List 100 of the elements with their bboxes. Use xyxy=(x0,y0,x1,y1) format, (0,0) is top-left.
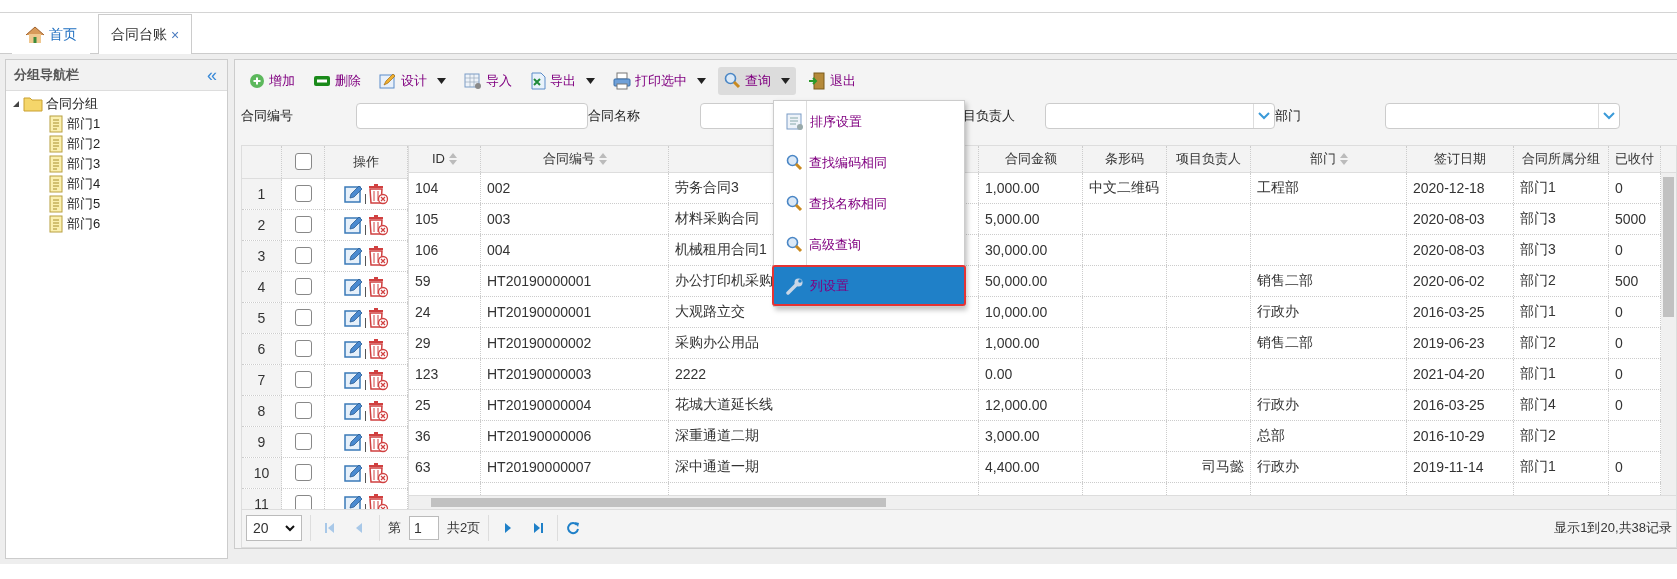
table-cell: 行政办 xyxy=(1257,396,1299,415)
page-input[interactable]: 1 xyxy=(409,516,439,541)
input-field[interactable] xyxy=(356,103,588,130)
tree-item[interactable]: 部门6 xyxy=(67,215,101,233)
vertical-scrollbar[interactable] xyxy=(1661,173,1676,496)
table-cell: 003 xyxy=(487,211,511,228)
edit-icon[interactable] xyxy=(343,307,364,328)
table-cell: 500 xyxy=(1615,273,1639,290)
checkbox[interactable] xyxy=(294,340,312,358)
table-cell: 2020-06-02 xyxy=(1413,273,1485,290)
toolbar-button[interactable]: 导出 xyxy=(524,66,601,95)
tab[interactable]: 合同台账 × xyxy=(98,14,193,54)
table-cell: 2016-03-25 xyxy=(1413,397,1485,414)
table-cell: 36 xyxy=(415,428,431,445)
table-cell: 002 xyxy=(487,180,511,197)
menu-item[interactable]: 排序设置 xyxy=(774,101,964,142)
toolbar-button[interactable]: 删除 xyxy=(307,66,367,95)
edit-icon[interactable] xyxy=(343,183,364,204)
caret-icon xyxy=(586,77,595,84)
edit-icon[interactable] xyxy=(343,338,364,359)
expanded-triangle-icon[interactable] xyxy=(12,100,20,108)
table-cell: 采购办公用品 xyxy=(675,334,759,353)
table-cell: 行政办 xyxy=(1257,458,1299,477)
checkbox[interactable] xyxy=(294,309,312,327)
menu-item[interactable]: 高级查询 xyxy=(774,224,964,265)
record-summary: 显示1到20,共38记录 xyxy=(1554,519,1672,538)
trash-icon[interactable] xyxy=(366,213,389,236)
table-cell: 1,000.00 xyxy=(985,180,1040,197)
table-cell: 63 xyxy=(415,459,431,476)
table-cell: 部门2 xyxy=(1520,334,1556,353)
table-cell: 行政办 xyxy=(1257,303,1299,322)
table-cell: 销售二部 xyxy=(1257,334,1313,353)
tree-item[interactable]: 部门5 xyxy=(67,195,101,213)
checkbox[interactable] xyxy=(294,153,312,171)
checkbox[interactable] xyxy=(294,371,312,389)
toolbar-button[interactable]: 增加 xyxy=(243,66,301,95)
edit-icon[interactable] xyxy=(343,462,364,483)
checkbox[interactable] xyxy=(294,495,312,509)
checkbox[interactable] xyxy=(294,247,312,265)
tree-item[interactable]: 合同分组 xyxy=(46,95,98,113)
horizontal-scrollbar[interactable] xyxy=(409,495,1676,509)
menu-item[interactable]: 查找名称相同 xyxy=(774,183,964,224)
menu-item[interactable]: 查找编码相同 xyxy=(774,142,964,183)
chevron-down-icon[interactable] xyxy=(285,524,295,532)
trash-icon[interactable] xyxy=(366,337,389,360)
document-icon xyxy=(48,115,64,133)
checkbox[interactable] xyxy=(294,433,312,451)
edit-icon[interactable] xyxy=(343,214,364,235)
checkbox[interactable] xyxy=(294,402,312,420)
table-cell: HT20190000001 xyxy=(487,304,592,321)
checkbox[interactable] xyxy=(294,185,312,203)
trash-icon[interactable] xyxy=(366,492,389,509)
refresh-icon[interactable] xyxy=(566,521,581,536)
document-icon xyxy=(48,135,64,153)
trash-icon[interactable] xyxy=(366,430,389,453)
page-size-select[interactable]: 20 xyxy=(246,515,302,542)
trash-icon[interactable] xyxy=(366,306,389,329)
trash-icon[interactable] xyxy=(366,275,389,298)
toolbar-button[interactable]: 打印选中 xyxy=(607,66,712,95)
toolbar-button[interactable]: 设计 xyxy=(373,66,452,95)
tree-item[interactable]: 部门2 xyxy=(67,135,101,153)
table-cell: 部门3 xyxy=(1520,210,1556,229)
trash-icon[interactable] xyxy=(366,368,389,391)
trash-icon[interactable] xyxy=(366,244,389,267)
table-cell: HT20190000007 xyxy=(487,459,592,476)
tree-item[interactable]: 部门1 xyxy=(67,115,101,133)
toolbar-button[interactable]: 导入 xyxy=(458,66,518,95)
table-cell: 004 xyxy=(487,242,511,259)
close-icon[interactable]: × xyxy=(171,26,180,43)
edit-icon[interactable] xyxy=(343,369,364,390)
trash-icon[interactable] xyxy=(366,461,389,484)
field-label: 部门 xyxy=(1275,107,1302,126)
column-header: 部门 xyxy=(1309,149,1336,168)
edit-icon[interactable] xyxy=(343,276,364,297)
last-page-button[interactable] xyxy=(532,522,545,535)
trash-icon[interactable] xyxy=(366,399,389,422)
tree-item[interactable]: 部门3 xyxy=(67,155,101,173)
table-cell: HT20190000002 xyxy=(487,335,592,352)
checkbox[interactable] xyxy=(294,464,312,482)
minus-bar-icon xyxy=(313,74,331,87)
edit-icon[interactable] xyxy=(343,493,364,509)
field-label: 合同编号 xyxy=(241,107,294,126)
table-cell: 104 xyxy=(415,180,439,197)
row-number: 9 xyxy=(257,433,266,450)
caret-icon xyxy=(697,77,706,84)
checkbox[interactable] xyxy=(294,216,312,234)
table-cell: HT20190000004 xyxy=(487,397,592,414)
row-number: 4 xyxy=(257,278,266,295)
table-cell: 106 xyxy=(415,242,439,259)
trash-icon[interactable] xyxy=(366,182,389,205)
edit-icon[interactable] xyxy=(343,245,364,266)
edit-icon[interactable] xyxy=(343,400,364,421)
edit-icon[interactable] xyxy=(343,431,364,452)
table-cell: 部门1 xyxy=(1520,365,1556,384)
toolbar-button[interactable]: 退出 xyxy=(802,66,862,95)
toolbar-button[interactable]: 查询 xyxy=(718,66,796,95)
checkbox[interactable] xyxy=(294,278,312,296)
row-number: 3 xyxy=(257,247,266,264)
house-icon xyxy=(25,26,45,44)
tree-item[interactable]: 部门4 xyxy=(67,175,101,193)
